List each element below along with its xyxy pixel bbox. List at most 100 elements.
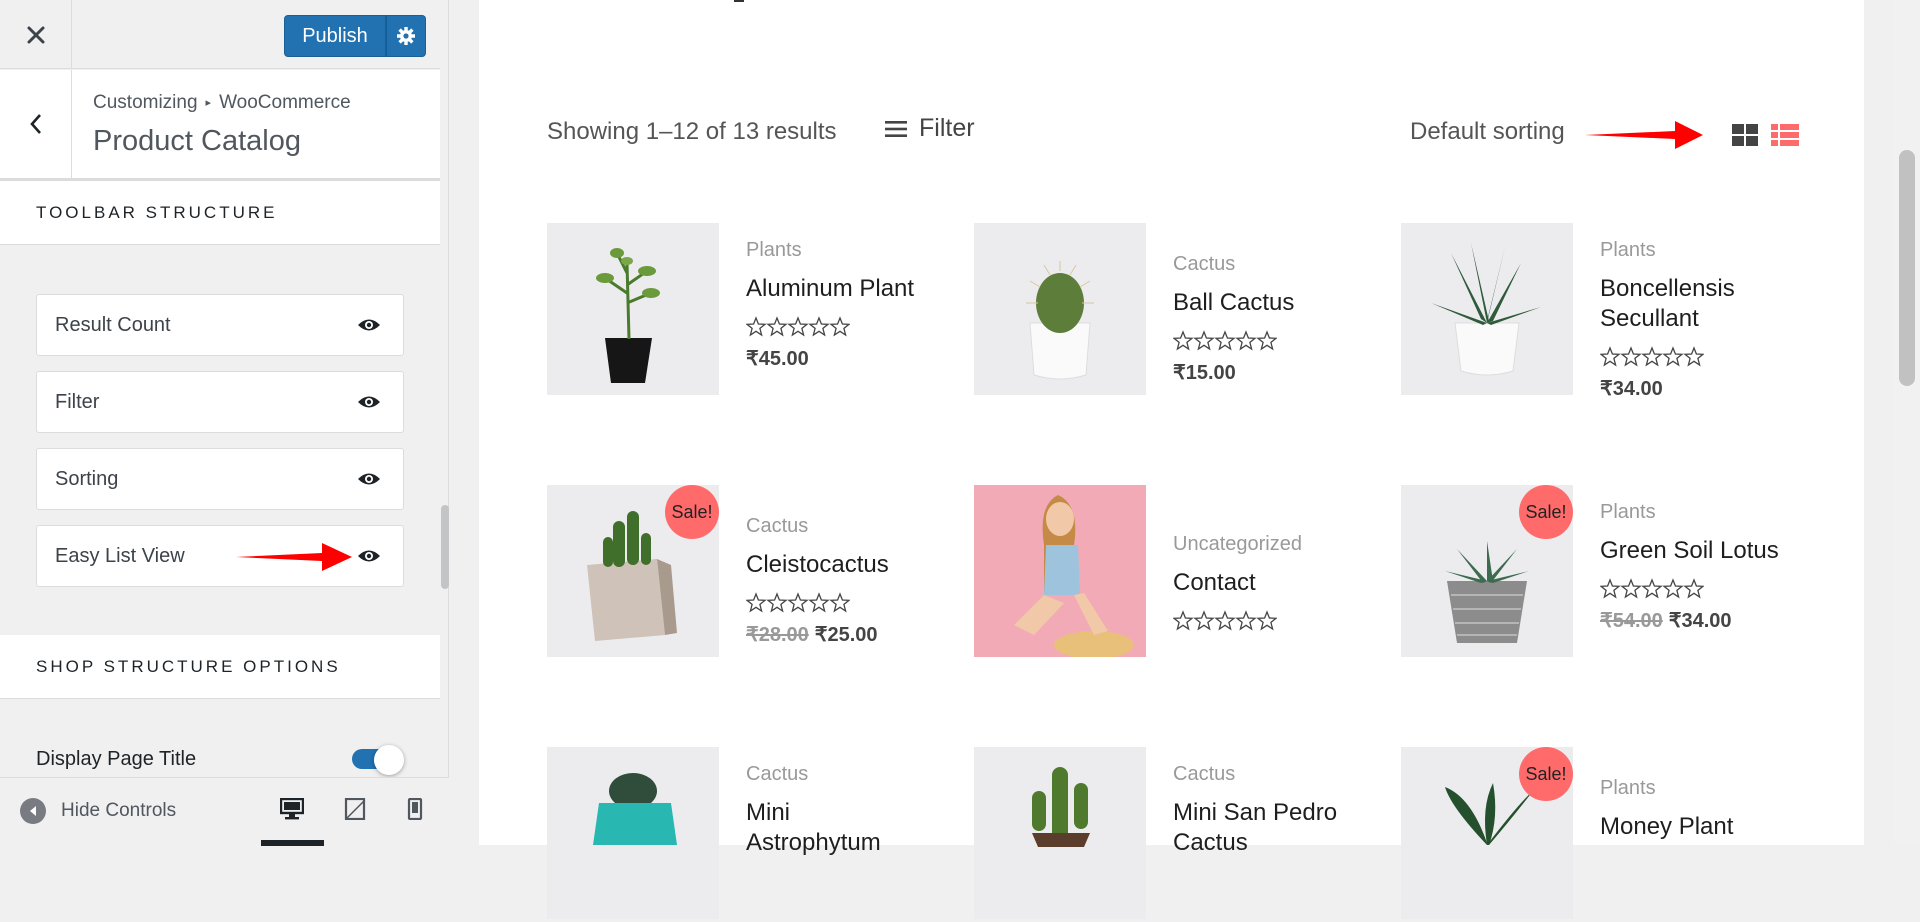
product-info: Plants Boncellensis Secullant ₹34.00 — [1599, 239, 1780, 401]
customizer-header: Publish — [0, 0, 440, 69]
product-image[interactable]: Sale! — [1401, 747, 1573, 919]
product-card[interactable]: Sale! Plants Money Plant — [1401, 747, 1791, 922]
product-title[interactable]: Green Soil Lotus — [1600, 536, 1780, 566]
chevron-left-icon — [29, 114, 41, 134]
filter-button[interactable]: Filter — [885, 114, 975, 143]
product-category[interactable]: Plants — [746, 239, 926, 262]
product-card[interactable]: Cactus Mini Astrophytum — [547, 747, 937, 922]
product-price: ₹54.00 ₹34.00 — [1600, 608, 1780, 633]
menu-icon — [885, 120, 907, 137]
active-device-indicator — [261, 840, 324, 846]
collapse-arrow-icon — [20, 798, 46, 824]
desktop-preview-button[interactable] — [279, 797, 305, 825]
product-card[interactable]: Cactus Mini San Pedro Cactus — [974, 747, 1364, 922]
panel-header: Customizing ▸ WooCommerce Product Catalog — [0, 70, 440, 181]
product-card[interactable]: Sale! Plants Green Soil Lotus ₹54.00 ₹34.… — [1401, 485, 1791, 660]
product-image[interactable]: Sale! — [1401, 485, 1573, 657]
grid-view-icon[interactable] — [1732, 124, 1758, 146]
hide-controls-label: Hide Controls — [61, 800, 177, 821]
close-customizer-button[interactable] — [0, 0, 72, 69]
breadcrumb-separator-icon: ▸ — [205, 97, 212, 109]
publish-settings-button[interactable] — [386, 15, 426, 57]
product-image[interactable] — [1401, 223, 1573, 395]
star-rating-icon — [1172, 610, 1353, 632]
shop-structure-heading: SHOP STRUCTURE OPTIONS — [0, 635, 440, 699]
toolbar-item-filter[interactable]: Filter — [36, 371, 404, 433]
site-preview: Showing 1–12 of 13 results Filter Defaul… — [449, 0, 1920, 919]
product-title[interactable]: Mini San Pedro Cactus — [1173, 798, 1353, 858]
sale-badge: Sale! — [665, 485, 719, 539]
product-image[interactable] — [974, 223, 1146, 395]
product-category[interactable]: Cactus — [1173, 763, 1353, 786]
product-info: Cactus Mini San Pedro Cactus — [1173, 763, 1353, 858]
product-card[interactable]: Plants Aluminum Plant ₹45.00 — [547, 223, 937, 398]
product-category[interactable]: Uncategorized — [1173, 533, 1353, 556]
sorting-select[interactable]: Default sorting — [1410, 118, 1565, 146]
product-category[interactable]: Plants — [1600, 777, 1780, 800]
mobile-preview-button[interactable] — [407, 797, 423, 825]
page-title-fragment — [734, 0, 744, 2]
product-card[interactable]: Uncategorized Contact — [974, 485, 1364, 660]
product-card[interactable]: Sale! Cactus Cleistocactus ₹28.00 ₹25.00 — [547, 485, 937, 660]
gear-icon — [397, 27, 415, 45]
product-title[interactable]: Ball Cactus — [1173, 288, 1353, 318]
star-rating-icon — [1172, 330, 1353, 352]
product-image[interactable]: Sale! — [547, 485, 719, 657]
hide-controls-button[interactable]: Hide Controls — [20, 798, 176, 824]
sidebar-scrollbar[interactable] — [441, 505, 449, 589]
product-title[interactable]: Contact — [1173, 568, 1353, 598]
eye-icon[interactable] — [357, 471, 381, 487]
sale-badge: Sale! — [1519, 747, 1573, 801]
toolbar-item-label: Filter — [55, 390, 100, 413]
product-image[interactable] — [974, 747, 1146, 919]
product-title[interactable]: Aluminum Plant — [746, 274, 926, 304]
product-category[interactable]: Cactus — [746, 515, 926, 538]
customizer-sidebar: Publish Customizing ▸ WooCommerce Product … — [0, 0, 449, 846]
toolbar-item-label: Sorting — [55, 467, 119, 490]
list-view-icon[interactable] — [1771, 124, 1799, 146]
product-category[interactable]: Cactus — [746, 763, 926, 786]
filter-label: Filter — [919, 114, 975, 142]
product-old-price: ₹28.00 — [746, 624, 809, 646]
toolbar-item-result-count[interactable]: Result Count — [36, 294, 404, 356]
breadcrumb-root: Customizing — [93, 92, 198, 113]
product-image[interactable] — [974, 485, 1146, 657]
mobile-icon — [407, 797, 423, 821]
annotation-arrow-icon — [1585, 121, 1703, 149]
product-title[interactable]: Money Plant — [1600, 812, 1780, 842]
product-category[interactable]: Plants — [1600, 501, 1780, 524]
close-icon — [27, 26, 44, 43]
preview-scrollbar-thumb[interactable] — [1899, 150, 1915, 386]
star-rating-icon — [745, 316, 926, 338]
product-category[interactable]: Plants — [1600, 239, 1780, 262]
preview-scrollbar[interactable] — [1894, 0, 1920, 845]
toolbar-item-sorting[interactable]: Sorting — [36, 448, 404, 510]
tablet-preview-button[interactable] — [344, 797, 366, 825]
product-title[interactable]: Boncellensis Secullant — [1600, 274, 1780, 334]
product-old-price: ₹54.00 — [1600, 610, 1663, 632]
product-info: Plants Money Plant — [1600, 777, 1780, 842]
product-price: ₹34.00 — [1600, 376, 1780, 401]
display-page-title-toggle[interactable] — [352, 745, 404, 775]
product-info: Cactus Ball Cactus ₹15.00 — [1172, 253, 1353, 385]
product-info: Plants Green Soil Lotus ₹54.00 ₹34.00 — [1599, 501, 1780, 633]
product-card[interactable]: Cactus Ball Cactus ₹15.00 — [974, 223, 1364, 398]
star-rating-icon — [1599, 346, 1780, 368]
product-image[interactable] — [547, 223, 719, 395]
product-current-price: ₹15.00 — [1173, 362, 1236, 384]
product-price: ₹15.00 — [1173, 360, 1353, 385]
eye-icon[interactable] — [357, 548, 381, 564]
product-title[interactable]: Cleistocactus — [746, 550, 926, 580]
product-category[interactable]: Cactus — [1173, 253, 1353, 276]
product-card[interactable]: Plants Boncellensis Secullant ₹34.00 — [1401, 223, 1791, 401]
eye-icon[interactable] — [357, 394, 381, 410]
eye-icon[interactable] — [357, 317, 381, 333]
result-count: Showing 1–12 of 13 results — [547, 118, 837, 145]
product-title[interactable]: Mini Astrophytum — [746, 798, 926, 858]
publish-button[interactable]: Publish — [284, 15, 386, 57]
back-button[interactable] — [0, 70, 72, 178]
customizer-footer: Hide Controls — [0, 777, 449, 846]
product-image[interactable] — [547, 747, 719, 919]
shop-page: Showing 1–12 of 13 results Filter Defaul… — [479, 0, 1864, 919]
product-info: Uncategorized Contact — [1172, 533, 1353, 632]
